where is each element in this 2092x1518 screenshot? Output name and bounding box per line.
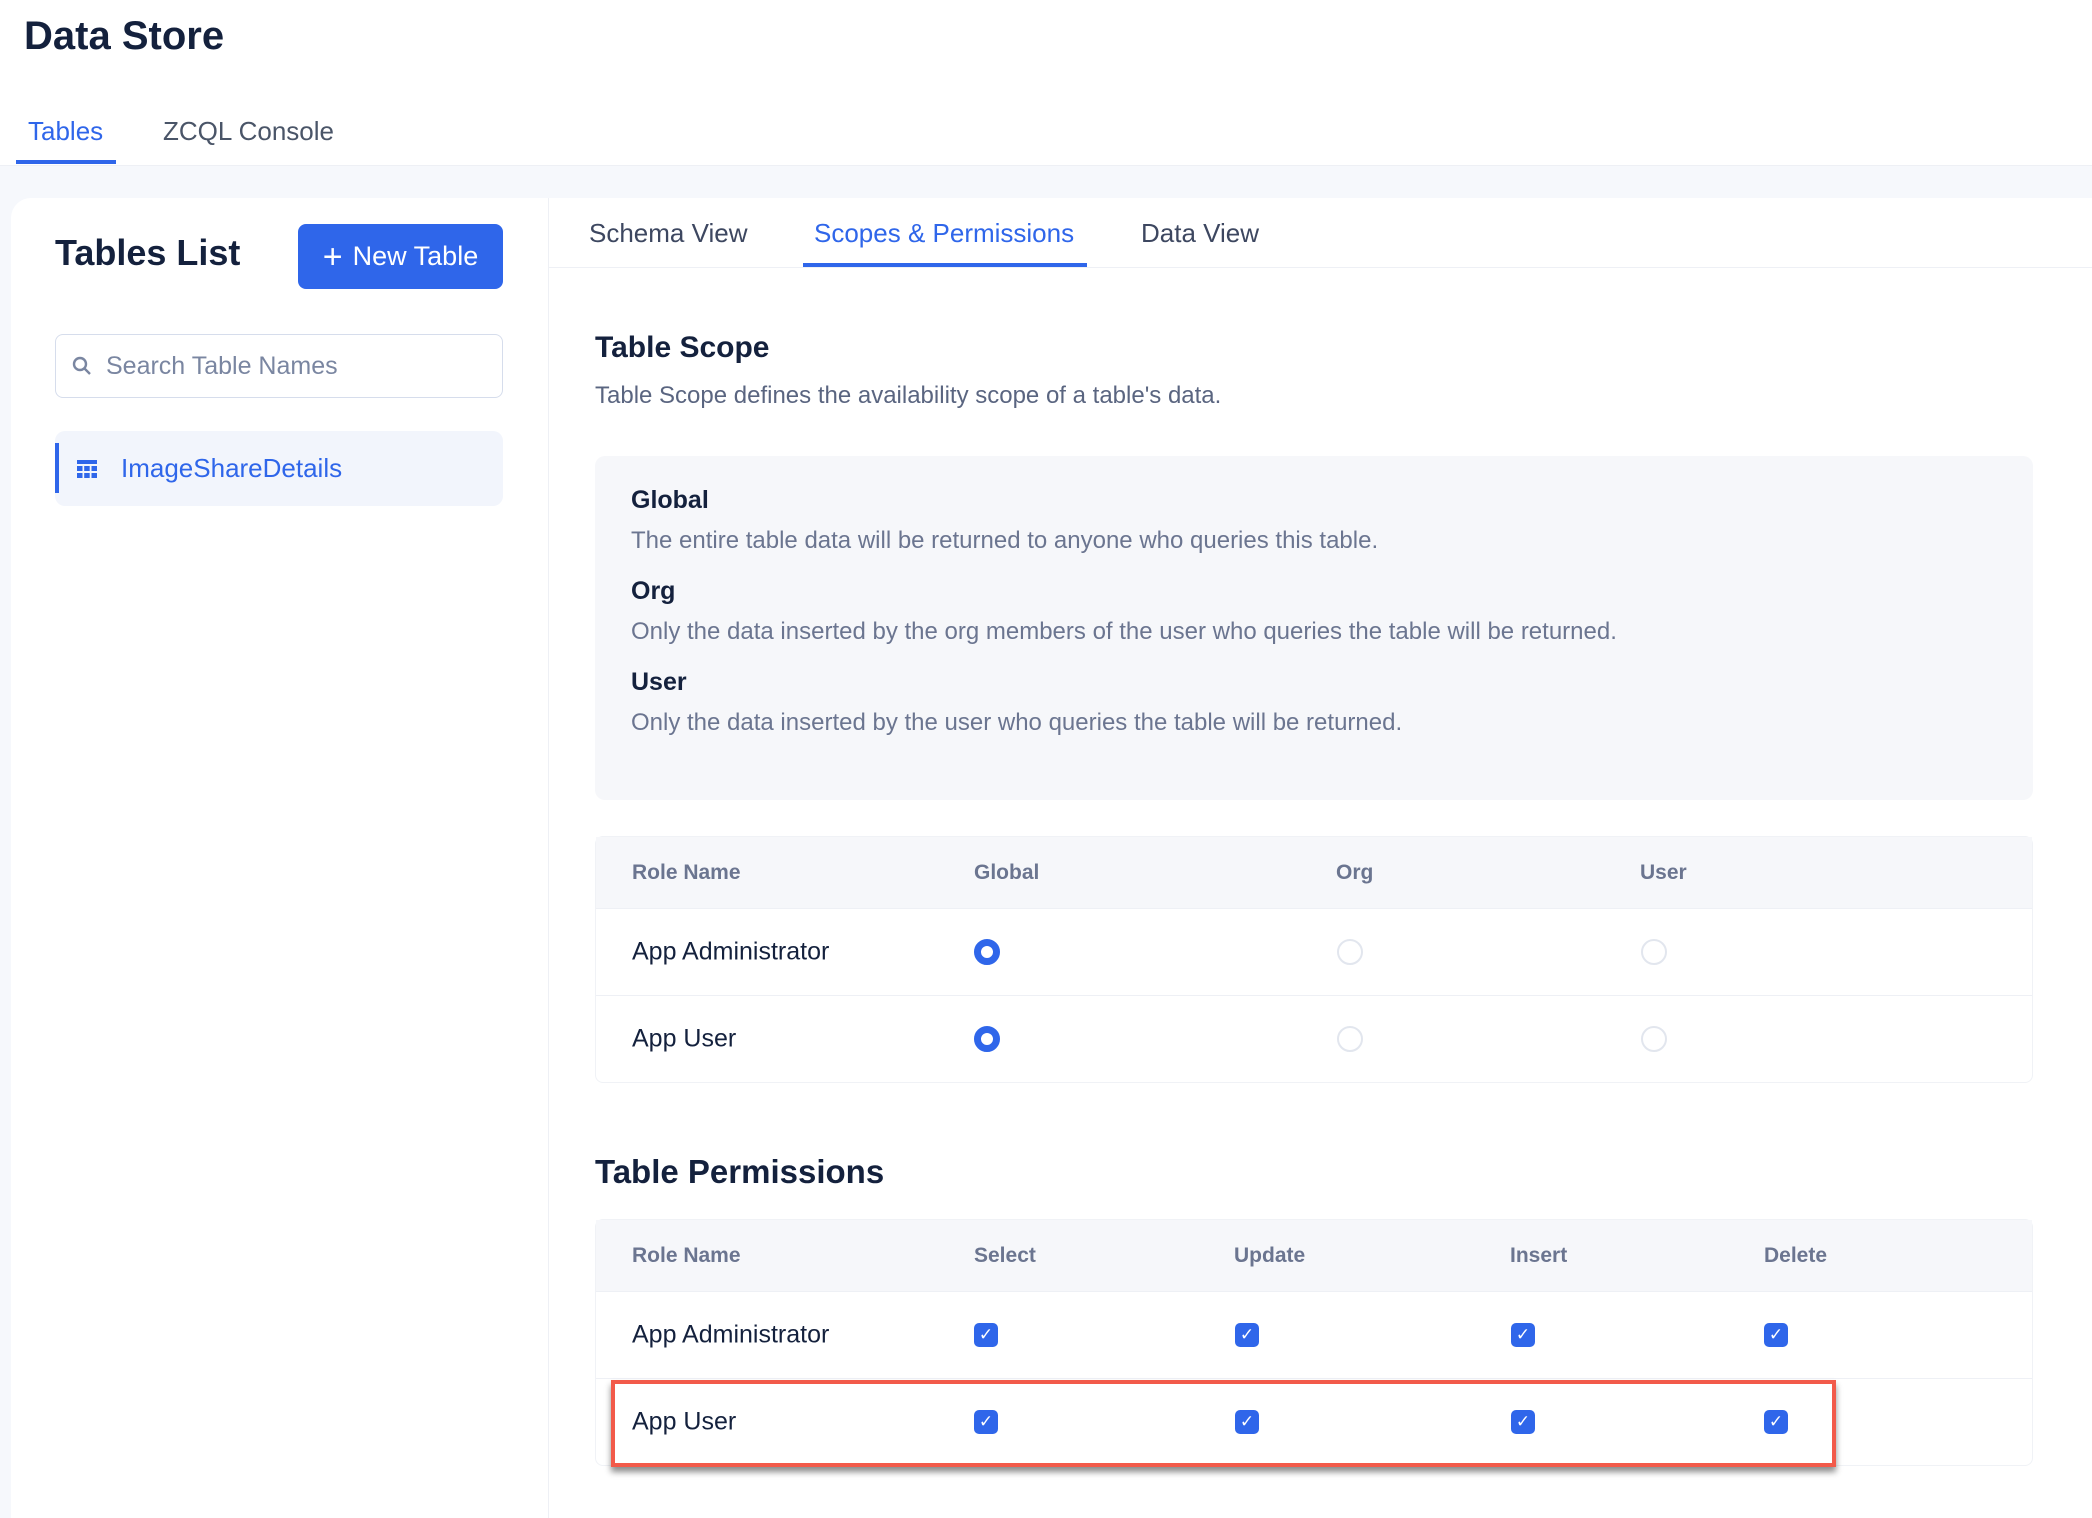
new-table-label: New Table (353, 241, 479, 272)
scope-table: Role Name Global Org User App Administra… (595, 836, 2033, 1083)
role-name: App Administrator (632, 938, 829, 967)
table-permissions-heading: Table Permissions (595, 1153, 884, 1191)
tables-sidebar: Tables List + New Table ImageShareDetail… (11, 198, 549, 1518)
tab-scopes-permissions[interactable]: Scopes & Permissions (814, 218, 1074, 249)
scope-org-name: Org (631, 577, 1997, 606)
table-row: App Administrator (596, 908, 2032, 995)
update-checkbox[interactable]: ✓ (1235, 1323, 1259, 1347)
user-radio[interactable] (1641, 1026, 1667, 1052)
col-user: User (1640, 861, 1687, 885)
active-tab-indicator (803, 263, 1087, 267)
scope-global-desc: The entire table data will be returned t… (631, 527, 1997, 555)
table-name: ImageShareDetails (121, 453, 342, 484)
scope-user-desc: Only the data inserted by the user who q… (631, 709, 1997, 737)
tables-list-title: Tables List (55, 232, 240, 274)
scope-user-name: User (631, 668, 1997, 697)
role-name: App Administrator (632, 1321, 829, 1350)
active-tab-indicator (16, 160, 116, 164)
table-detail-panel: Schema View Scopes & Permissions Data Vi… (549, 198, 2092, 1518)
tab-tables[interactable]: Tables (28, 116, 103, 147)
search-table-input[interactable] (106, 352, 486, 381)
scope-global-name: Global (631, 486, 1997, 515)
table-row: App Administrator ✓ ✓ ✓ ✓ (596, 1291, 2032, 1378)
org-radio[interactable] (1337, 939, 1363, 965)
page-title: Data Store (24, 14, 224, 59)
role-name: App User (632, 1025, 736, 1054)
search-icon (72, 356, 92, 376)
scope-info-box: Global The entire table data will be ret… (595, 456, 2033, 800)
table-grid-icon (77, 460, 97, 478)
col-update: Update (1234, 1244, 1305, 1268)
plus-icon: + (323, 240, 343, 274)
top-bar: Data Store Tables ZCQL Console (0, 0, 2092, 166)
detail-tabs: Schema View Scopes & Permissions Data Vi… (549, 198, 2092, 268)
user-radio[interactable] (1641, 939, 1667, 965)
col-delete: Delete (1764, 1244, 1827, 1268)
col-insert: Insert (1510, 1244, 1567, 1268)
insert-checkbox[interactable]: ✓ (1511, 1323, 1535, 1347)
col-role-name: Role Name (632, 861, 741, 885)
col-global: Global (974, 861, 1039, 885)
org-radio[interactable] (1337, 1026, 1363, 1052)
highlight-annotation-box (611, 1380, 1836, 1467)
table-list-item[interactable]: ImageShareDetails (55, 431, 503, 506)
global-radio[interactable] (974, 1026, 1000, 1052)
delete-checkbox[interactable]: ✓ (1764, 1323, 1788, 1347)
table-scope-description: Table Scope defines the availability sco… (595, 382, 1221, 410)
global-radio[interactable] (974, 939, 1000, 965)
tab-zcql-console[interactable]: ZCQL Console (163, 116, 334, 147)
new-table-button[interactable]: + New Table (298, 224, 503, 289)
table-row: App User (596, 995, 2032, 1082)
select-checkbox[interactable]: ✓ (974, 1323, 998, 1347)
col-select: Select (974, 1244, 1036, 1268)
search-box (55, 334, 503, 398)
col-role-name: Role Name (632, 1244, 741, 1268)
tab-data-view[interactable]: Data View (1141, 218, 1259, 249)
permissions-table-header: Role Name Select Update Insert Delete (596, 1220, 2032, 1291)
table-scope-heading: Table Scope (595, 331, 770, 365)
scope-table-header: Role Name Global Org User (596, 837, 2032, 908)
col-org: Org (1336, 861, 1373, 885)
scope-org-desc: Only the data inserted by the org member… (631, 618, 1997, 646)
tab-schema-view[interactable]: Schema View (589, 218, 748, 249)
